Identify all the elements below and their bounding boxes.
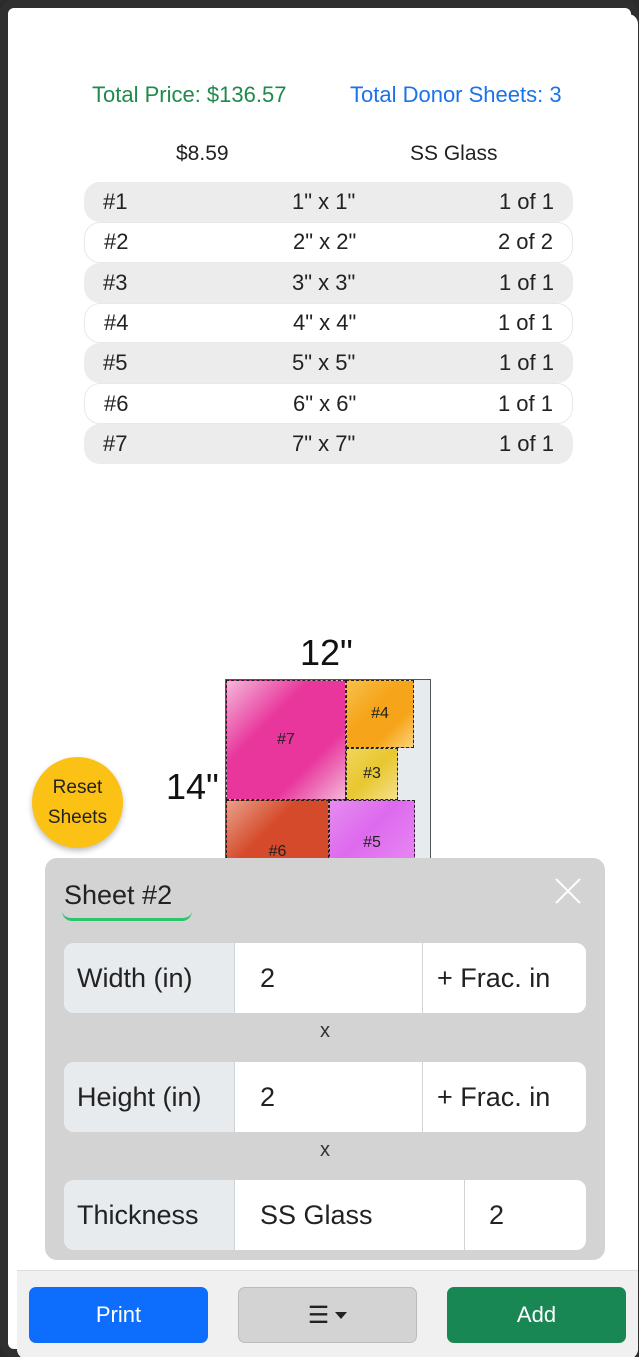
piece-count: 1 of 1 — [498, 350, 554, 376]
width-fraction-input[interactable]: + Frac. in — [422, 943, 586, 1013]
width-input[interactable]: 2 — [235, 943, 422, 1013]
reset-button-label-line2: Sheets — [47, 806, 108, 828]
piece-id: #6 — [104, 390, 129, 416]
sheet-width-label: 12" — [300, 632, 353, 673]
piece-id: #5 — [103, 350, 128, 376]
sheet-price: $8.59 — [176, 142, 229, 165]
sheet-edit-panel: Sheet #2 Width (in) 2 + Frac. in x Heigh… — [45, 858, 605, 1260]
list-item[interactable]: #7 7" x 7" 1 of 1 — [84, 423, 573, 465]
sheet-layout-canvas[interactable]: #7 #4 #3 #6 #5 — [225, 679, 431, 869]
close-icon[interactable] — [553, 876, 583, 906]
piece-size: 6" x 6" — [293, 390, 357, 416]
total-price: Total Price: $136.57 — [92, 82, 287, 107]
list-item[interactable]: #4 4" x 4" 1 of 1 — [84, 302, 573, 344]
height-fraction-input[interactable]: + Frac. in — [422, 1062, 586, 1132]
sheet-height-label: 14" — [166, 766, 219, 807]
app-window: Total Price: $136.57 Total Donor Sheets:… — [0, 0, 639, 1357]
height-input[interactable]: 2 — [235, 1062, 422, 1132]
piece-id: #7 — [103, 430, 128, 456]
piece-size: 5" x 5" — [292, 350, 356, 376]
piece-count: 1 of 1 — [497, 390, 553, 416]
menu-icon: ☰ — [307, 1301, 330, 1329]
title-underline — [62, 911, 192, 921]
list-item[interactable]: #3 3" x 3" 1 of 1 — [84, 262, 573, 303]
quantity-input[interactable]: 2 — [464, 1180, 586, 1250]
thickness-input-group: Thickness SS Glass 2 — [64, 1180, 586, 1250]
piece-count: 1 of 1 — [498, 269, 554, 295]
print-button[interactable]: Print — [29, 1287, 208, 1343]
menu-dropdown-button[interactable]: ☰ — [238, 1287, 417, 1343]
footer-toolbar: Print ☰ Add — [17, 1270, 638, 1357]
caret-down-icon — [335, 1311, 348, 1319]
piece-count: 1 of 1 — [497, 310, 553, 336]
layout-piece[interactable]: #4 — [346, 680, 414, 748]
app-content: Total Price: $136.57 Total Donor Sheets:… — [17, 14, 638, 1357]
piece-count: 2 of 2 — [497, 229, 553, 255]
times-separator: x — [320, 1139, 330, 1161]
piece-count: 1 of 1 — [498, 189, 554, 215]
height-label: Height (in) — [64, 1062, 235, 1132]
piece-size: 3" x 3" — [292, 269, 356, 295]
thickness-select[interactable]: SS Glass — [235, 1180, 464, 1250]
piece-count: 1 of 1 — [498, 430, 554, 456]
piece-size: 1" x 1" — [292, 189, 356, 215]
reset-button-label-line1: Reset — [52, 776, 103, 798]
total-donor-sheets: Total Donor Sheets: 3 — [350, 82, 562, 107]
width-input-group: Width (in) 2 + Frac. in — [64, 943, 586, 1013]
layout-piece[interactable]: #7 — [226, 680, 346, 800]
height-input-group: Height (in) 2 + Frac. in — [64, 1062, 586, 1132]
list-item[interactable]: #6 6" x 6" 1 of 1 — [84, 383, 573, 424]
piece-id: #1 — [103, 189, 128, 215]
list-item[interactable]: #2 2" x 2" 2 of 2 — [84, 222, 573, 263]
list-item[interactable]: #5 5" x 5" 1 of 1 — [84, 343, 573, 384]
piece-list: #1 1" x 1" 1 of 1 #2 2" x 2" 2 of 2 #3 3… — [84, 182, 573, 465]
piece-size: 2" x 2" — [293, 229, 357, 255]
sheet-material: SS Glass — [410, 142, 498, 165]
piece-size: 4" x 4" — [293, 310, 357, 336]
piece-id: #3 — [103, 269, 128, 295]
thickness-label: Thickness — [64, 1180, 235, 1250]
times-separator: x — [320, 1020, 330, 1042]
list-item[interactable]: #1 1" x 1" 1 of 1 — [84, 182, 573, 223]
layout-piece[interactable]: #3 — [346, 748, 398, 800]
width-label: Width (in) — [64, 943, 235, 1013]
piece-id: #2 — [104, 229, 129, 255]
panel-title: Sheet #2 — [64, 880, 173, 910]
add-button[interactable]: Add — [447, 1287, 626, 1343]
piece-id: #4 — [104, 310, 129, 336]
piece-size: 7" x 7" — [292, 430, 356, 456]
reset-sheets-button[interactable]: Reset Sheets — [32, 757, 123, 848]
